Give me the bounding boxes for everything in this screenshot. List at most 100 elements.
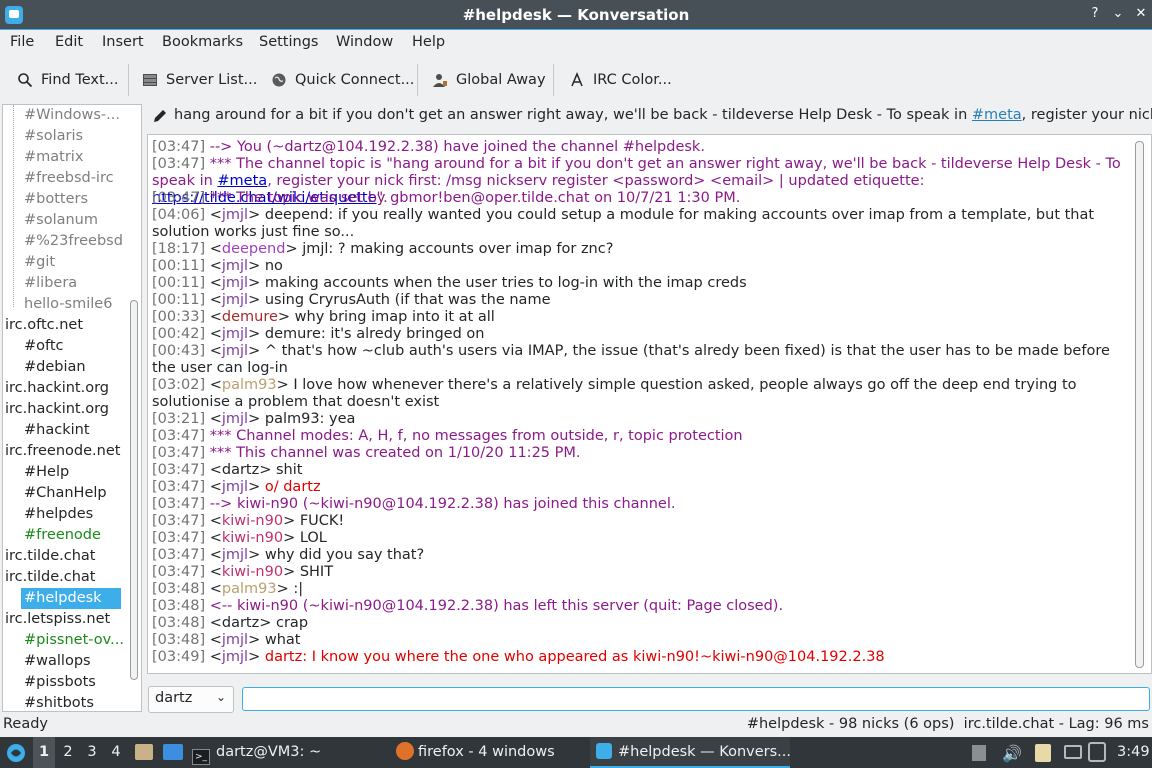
message-nick[interactable]: jmjl bbox=[222, 479, 248, 495]
message-nick[interactable]: palm93 bbox=[222, 581, 277, 597]
chat-log[interactable]: [03:47] --> You (~dartz@104.192.2.38) ha… bbox=[147, 134, 1152, 674]
message-nick[interactable]: kiwi-n90 bbox=[222, 513, 283, 529]
volume-icon[interactable]: 🔊 bbox=[1002, 744, 1022, 763]
message-nick[interactable]: jmjl bbox=[222, 411, 248, 427]
sidebar-item-server[interactable]: irc.freenode.net bbox=[5, 441, 120, 462]
task-firefox[interactable]: firefox - 4 windows bbox=[396, 737, 555, 768]
menu-file[interactable]: File bbox=[10, 34, 34, 50]
help-icon[interactable]: ? bbox=[1087, 6, 1103, 22]
sidebar-item-channel[interactable]: #botters bbox=[24, 189, 88, 210]
global-away-button[interactable]: Global Away bbox=[432, 68, 546, 92]
sidebar-item-server[interactable]: irc.oftc.net bbox=[5, 315, 83, 336]
menu-edit[interactable]: Edit bbox=[55, 34, 83, 50]
message-nick[interactable]: palm93 bbox=[222, 377, 277, 393]
sidebar-item-channel[interactable]: #helpdes bbox=[24, 504, 93, 525]
terminal-icon: >_ bbox=[192, 749, 210, 765]
clock[interactable]: 3:49 bbox=[1117, 737, 1150, 768]
sidebar-item-channel[interactable]: #helpdesk bbox=[21, 588, 121, 609]
desktop-4[interactable]: 4 bbox=[105, 737, 127, 768]
message-input[interactable] bbox=[242, 687, 1150, 711]
channel-tree[interactable]: #Windows-... #solaris #matrix #freebsd-irc #… bbox=[2, 104, 142, 712]
message-nick[interactable]: jmjl bbox=[222, 632, 248, 648]
sidebar-item-channel[interactable]: #git bbox=[24, 252, 55, 273]
sidebar-item-channel[interactable]: hello-smile6 bbox=[24, 294, 112, 315]
minimize-icon[interactable]: ⌄ bbox=[1110, 6, 1126, 22]
message-text: SHIT bbox=[295, 564, 334, 580]
sidebar-item-channel[interactable]: #%23freebsd bbox=[24, 231, 123, 252]
message-nick[interactable]: jmjl bbox=[222, 207, 248, 223]
message-nick[interactable]: kiwi-n90 bbox=[222, 530, 283, 546]
message-nick[interactable]: demure bbox=[222, 309, 278, 325]
network-icon[interactable] bbox=[1064, 745, 1082, 759]
notifications-icon[interactable] bbox=[1088, 742, 1106, 762]
message-link[interactable]: #meta bbox=[217, 173, 267, 189]
sidebar-item-server[interactable]: irc.letspiss.net bbox=[5, 609, 110, 630]
sidebar-item-channel[interactable]: #freenode bbox=[24, 525, 101, 546]
sidebar-scrollbar[interactable] bbox=[130, 300, 138, 680]
updates-icon[interactable] bbox=[972, 745, 986, 761]
sidebar-item-server[interactable]: irc.tilde.chat bbox=[5, 546, 95, 567]
sidebar-item-channel[interactable]: #libera bbox=[24, 273, 77, 294]
edit-topic-icon[interactable] bbox=[152, 108, 168, 124]
sidebar-item-channel[interactable]: #solaris bbox=[24, 126, 83, 147]
message-nick[interactable]: jmjl bbox=[222, 292, 248, 308]
task-konversation[interactable]: #helpdesk — Konvers... bbox=[590, 737, 791, 768]
find-text-button[interactable]: Find Text... bbox=[17, 68, 118, 92]
sidebar-item-channel[interactable]: #ChanHelp bbox=[24, 483, 107, 504]
sidebar-item-server[interactable]: irc.hackint.org bbox=[5, 399, 109, 420]
sidebar-item-channel[interactable]: #pissbots bbox=[24, 672, 96, 693]
sidebar-item-channel[interactable]: #pissnet-ov... bbox=[24, 630, 124, 651]
file-manager-icon[interactable] bbox=[135, 744, 153, 760]
message-nick[interactable]: jmjl bbox=[222, 343, 248, 359]
menu-settings[interactable]: Settings bbox=[259, 34, 318, 50]
server-list-button[interactable]: Server List... bbox=[142, 68, 257, 92]
sidebar-item-channel[interactable]: #oftc bbox=[24, 336, 64, 357]
desktop-1[interactable]: 1 bbox=[33, 737, 55, 768]
sidebar-item-channel[interactable]: #solanum bbox=[24, 210, 98, 231]
message-text: making accounts when the user tries to l… bbox=[260, 275, 747, 291]
sidebar-item-channel[interactable]: #matrix bbox=[24, 147, 83, 168]
nick-selector[interactable]: dartz ⌄ bbox=[148, 686, 234, 713]
message-nick[interactable]: dartz bbox=[222, 462, 259, 478]
message-nick[interactable]: dartz bbox=[222, 615, 259, 631]
message-nick[interactable]: jmjl bbox=[222, 649, 248, 665]
message-nick[interactable]: kiwi-n90 bbox=[222, 564, 283, 580]
sidebar-item-channel[interactable]: #wallops bbox=[24, 651, 91, 672]
chat-message: [00:11] <jmjl> making accounts when the … bbox=[152, 275, 747, 291]
sidebar-item-server[interactable]: irc.hackint.org bbox=[5, 378, 109, 399]
sidebar-item-channel[interactable]: #Windows-... bbox=[24, 105, 120, 126]
desktop-3[interactable]: 3 bbox=[81, 737, 103, 768]
topic-link-meta[interactable]: #meta bbox=[972, 107, 1022, 123]
sidebar-item-server[interactable]: irc.tilde.chat bbox=[5, 567, 95, 588]
message-nick[interactable]: deepend bbox=[222, 241, 286, 257]
message-nick[interactable]: jmjl bbox=[222, 258, 248, 274]
message-nick[interactable]: jmjl bbox=[222, 326, 248, 342]
message-text: jmjl: ? making accounts over imap for zn… bbox=[297, 241, 614, 257]
message-nick[interactable]: jmjl bbox=[222, 275, 248, 291]
close-icon[interactable]: ✕ bbox=[1133, 6, 1149, 22]
start-menu-icon[interactable] bbox=[6, 743, 26, 763]
chat-message: [03:47] <kiwi-n90> SHIT bbox=[152, 564, 334, 580]
quick-connect-button[interactable]: Quick Connect... bbox=[271, 68, 414, 92]
sidebar-item-channel[interactable]: #shitbots bbox=[24, 693, 94, 711]
sidebar-item-channel[interactable]: #freebsd-irc bbox=[24, 168, 114, 189]
menu-bookmarks[interactable]: Bookmarks bbox=[162, 34, 243, 50]
chat-message: [03:21] <jmjl> palm93: yea bbox=[152, 411, 356, 427]
task-konversation-label: #helpdesk — Konvers... bbox=[618, 744, 791, 760]
task-terminal[interactable]: >_ dartz@VM3: ~ bbox=[192, 737, 321, 768]
message-text: using CryrusAuth (if that was the name bbox=[260, 292, 551, 308]
clipboard-icon[interactable] bbox=[1035, 744, 1051, 762]
desktop-2[interactable]: 2 bbox=[57, 737, 79, 768]
toolbar-separator bbox=[128, 64, 129, 96]
sidebar-item-channel[interactable]: #debian bbox=[24, 357, 86, 378]
message-nick[interactable]: jmjl bbox=[222, 547, 248, 563]
sidebar-item-channel[interactable]: #hackint bbox=[24, 420, 90, 441]
menu-window[interactable]: Window bbox=[336, 34, 393, 50]
show-desktop-icon[interactable] bbox=[163, 744, 183, 760]
chat-scrollbar[interactable] bbox=[1135, 141, 1144, 668]
irc-color-button[interactable]: IRC Color... bbox=[569, 68, 672, 92]
menu-insert[interactable]: Insert bbox=[102, 34, 144, 50]
sidebar-item-channel[interactable]: #Help bbox=[24, 462, 69, 483]
message-text: why bring imap into it at all bbox=[290, 309, 495, 325]
menu-help[interactable]: Help bbox=[412, 34, 445, 50]
